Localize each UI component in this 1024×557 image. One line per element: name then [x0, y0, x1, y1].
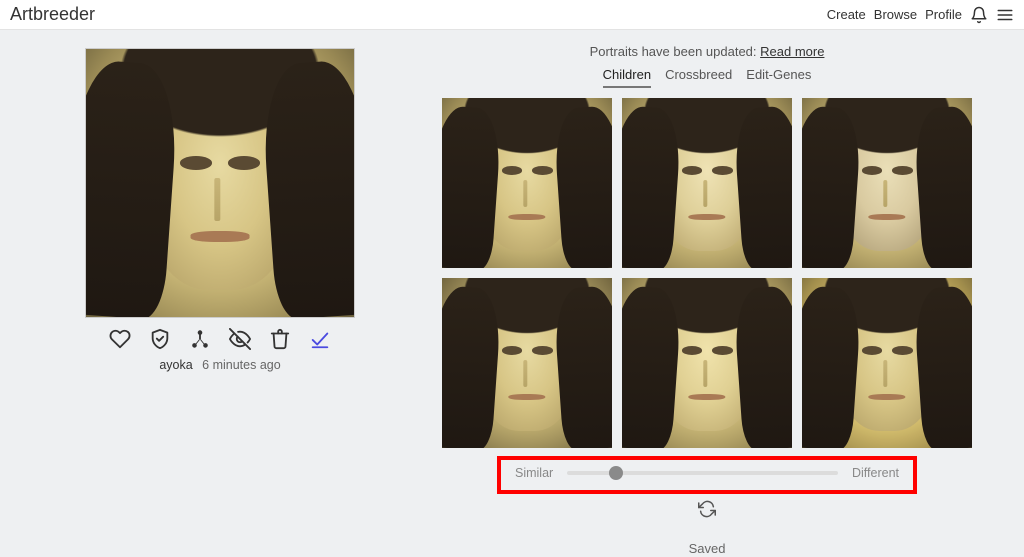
nav-create[interactable]: Create [827, 7, 866, 22]
banner-text: Portraits have been updated: [590, 44, 761, 59]
main-content: ayoka 6 minutes ago Portraits have been … [0, 30, 1024, 556]
download-check-icon[interactable] [309, 328, 331, 350]
tree-icon[interactable] [189, 328, 211, 350]
meta-row: ayoka 6 minutes ago [159, 358, 280, 372]
tabs: Children Crossbreed Edit-Genes [440, 67, 974, 88]
action-row [109, 328, 331, 350]
banner-link[interactable]: Read more [760, 44, 824, 59]
similarity-slider-box: Similar Different [497, 456, 917, 494]
refresh-icon[interactable] [698, 500, 716, 518]
child-thumb-2[interactable] [622, 98, 792, 268]
children-grid [440, 98, 974, 448]
shield-check-icon[interactable] [149, 328, 171, 350]
main-portrait[interactable] [85, 48, 355, 318]
author-link[interactable]: ayoka [159, 358, 192, 372]
top-nav: Create Browse Profile [827, 6, 1014, 24]
heart-icon[interactable] [109, 328, 131, 350]
tab-edit-genes[interactable]: Edit-Genes [746, 67, 811, 88]
top-bar: Artbreeder Create Browse Profile [0, 0, 1024, 30]
right-column: Portraits have been updated: Read more C… [440, 40, 1024, 556]
trash-icon[interactable] [269, 328, 291, 350]
brand-title[interactable]: Artbreeder [10, 4, 95, 25]
slider-knob[interactable] [609, 466, 623, 480]
age-text: 6 minutes ago [202, 358, 281, 372]
saved-label: Saved [440, 541, 974, 556]
child-thumb-5[interactable] [622, 278, 792, 448]
hamburger-icon[interactable] [996, 6, 1014, 24]
child-thumb-6[interactable] [802, 278, 972, 448]
eye-off-icon[interactable] [229, 328, 251, 350]
update-banner: Portraits have been updated: Read more [440, 44, 974, 59]
nav-profile[interactable]: Profile [925, 7, 962, 22]
child-thumb-3[interactable] [802, 98, 972, 268]
bell-icon[interactable] [970, 6, 988, 24]
slider-label-left: Similar [515, 466, 553, 480]
tab-crossbreed[interactable]: Crossbreed [665, 67, 732, 88]
child-thumb-4[interactable] [442, 278, 612, 448]
tab-children[interactable]: Children [603, 67, 651, 88]
slider-label-right: Different [852, 466, 899, 480]
left-column: ayoka 6 minutes ago [0, 40, 440, 556]
child-thumb-1[interactable] [442, 98, 612, 268]
refresh-row [440, 500, 974, 521]
similarity-slider[interactable] [567, 471, 838, 475]
nav-browse[interactable]: Browse [874, 7, 917, 22]
